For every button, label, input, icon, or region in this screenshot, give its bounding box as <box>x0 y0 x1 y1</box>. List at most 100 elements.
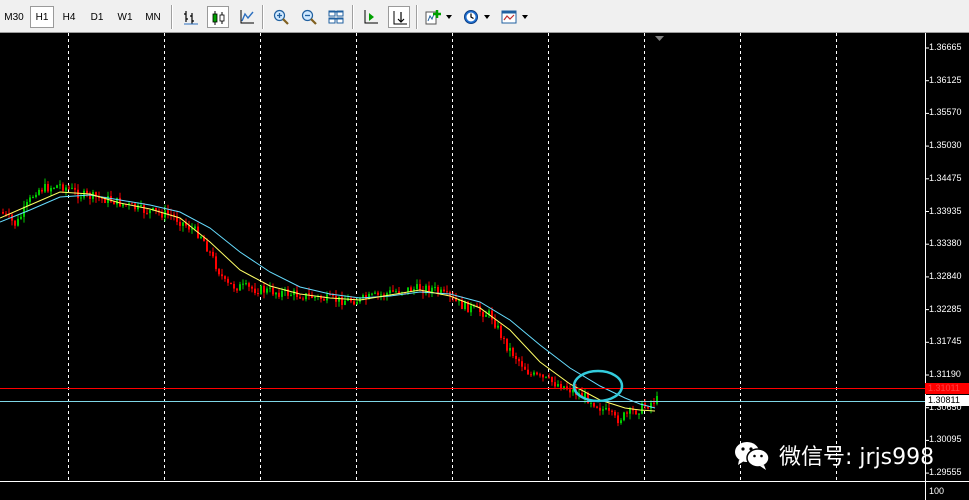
timeframe-w1-button[interactable]: W1 <box>112 6 138 28</box>
indicators-dropdown-arrow[interactable] <box>446 15 452 19</box>
price-axis-tick: 1.36665 <box>929 42 962 52</box>
candle-body <box>212 251 214 257</box>
periods-dropdown-arrow[interactable] <box>484 15 490 19</box>
candle-body <box>611 410 613 412</box>
price-axis-tick: 1.32840 <box>929 270 962 281</box>
candle-body <box>254 288 256 294</box>
candle-body <box>224 276 226 279</box>
candle-body <box>182 222 184 226</box>
candle-body <box>209 251 211 253</box>
candle-body <box>494 319 496 328</box>
candle-body <box>380 294 382 296</box>
zoom-in-button[interactable] <box>270 6 292 28</box>
candle-body <box>59 184 61 186</box>
candle-body <box>14 220 16 226</box>
indicators-button[interactable] <box>422 6 444 28</box>
candle-body <box>503 337 505 339</box>
tile-windows-button[interactable] <box>325 6 347 28</box>
candle-body <box>593 402 595 407</box>
candle-body <box>554 382 556 387</box>
line-chart-button[interactable] <box>236 6 258 28</box>
candle-body <box>470 305 472 313</box>
chart-shift-button[interactable] <box>360 6 382 28</box>
ask-price-label: 1.31011 <box>925 383 969 394</box>
candle-body <box>116 197 118 205</box>
tile-windows-icon <box>328 10 344 24</box>
candle-body <box>131 203 133 205</box>
candle-body <box>353 301 355 305</box>
candle-body <box>32 196 34 198</box>
candlestick-button[interactable] <box>207 6 229 28</box>
candle-body <box>65 187 67 191</box>
candle-body <box>44 183 46 192</box>
candle-body <box>374 292 376 294</box>
candle-body <box>248 283 250 287</box>
candle-body <box>236 288 238 291</box>
auto-scroll-button[interactable] <box>388 6 410 28</box>
candle-body <box>371 293 373 295</box>
candle-body <box>50 188 52 192</box>
candle-body <box>290 294 292 296</box>
candle-body <box>497 325 499 328</box>
ask-price-value: 1.31011 <box>928 383 960 393</box>
candle-body <box>506 338 508 351</box>
candle-body <box>140 205 142 207</box>
candle-body <box>362 295 364 298</box>
templates-button[interactable] <box>498 6 520 28</box>
timeframe-m30-button[interactable]: M30 <box>0 6 28 28</box>
timeframe-d1-button[interactable]: D1 <box>84 6 110 28</box>
candle-body <box>533 372 535 375</box>
zoom-out-button[interactable] <box>298 6 320 28</box>
chart-grid <box>68 33 929 481</box>
candle-body <box>302 298 304 300</box>
candle-body <box>233 284 235 289</box>
timeframe-mn-button[interactable]: MN <box>140 6 166 28</box>
bid-price-value: 1.30811 <box>928 395 960 405</box>
price-chart[interactable] <box>0 33 969 500</box>
periods-button[interactable] <box>460 6 482 28</box>
candle-body <box>35 194 37 197</box>
candle-body <box>392 290 394 292</box>
candle-body <box>194 226 196 229</box>
candle-body <box>527 369 529 375</box>
candle-body <box>41 189 43 192</box>
candle-body <box>377 292 379 295</box>
candle-body <box>626 412 628 414</box>
candle-body <box>338 296 340 302</box>
candle-body <box>638 413 640 415</box>
candle-body <box>512 347 514 357</box>
price-axis-tick: 1.34475 <box>929 172 962 183</box>
candle-body <box>596 406 598 408</box>
timeframe-h4-button[interactable]: H4 <box>56 6 82 28</box>
price-axis-tick: 1.33380 <box>929 238 962 249</box>
candle-body <box>440 289 442 293</box>
candle-body <box>71 187 73 189</box>
candle-body <box>356 301 358 305</box>
price-axis-tick: 1.35030 <box>929 140 962 151</box>
candle-body <box>143 205 145 213</box>
candle-body <box>119 197 121 207</box>
chart-toolbar: M30 H1 H4 D1 W1 MN <box>0 0 969 33</box>
toolbar-separator <box>352 5 354 29</box>
candle-body <box>602 409 604 411</box>
templates-dropdown-arrow[interactable] <box>522 15 528 19</box>
candle-body <box>62 184 64 191</box>
candle-body <box>536 372 538 375</box>
candle-body <box>149 210 151 214</box>
candle-body <box>200 236 202 238</box>
zoom-in-icon <box>273 9 289 25</box>
price-axis-tick: 1.31190 <box>929 369 961 379</box>
timeframe-h1-button[interactable]: H1 <box>30 6 54 28</box>
bid-price-label: 1.30811 <box>925 395 969 406</box>
candle-body <box>635 410 637 415</box>
candle-body <box>416 284 418 290</box>
toolbar-separator <box>416 5 418 29</box>
candle-body <box>266 288 268 293</box>
candle-body <box>230 282 232 285</box>
candle-body <box>599 407 601 411</box>
candle-body <box>308 293 310 295</box>
candle-body <box>323 299 325 301</box>
candle-body <box>305 293 307 300</box>
candle-body <box>29 197 31 202</box>
bar-chart-button[interactable] <box>180 6 202 28</box>
